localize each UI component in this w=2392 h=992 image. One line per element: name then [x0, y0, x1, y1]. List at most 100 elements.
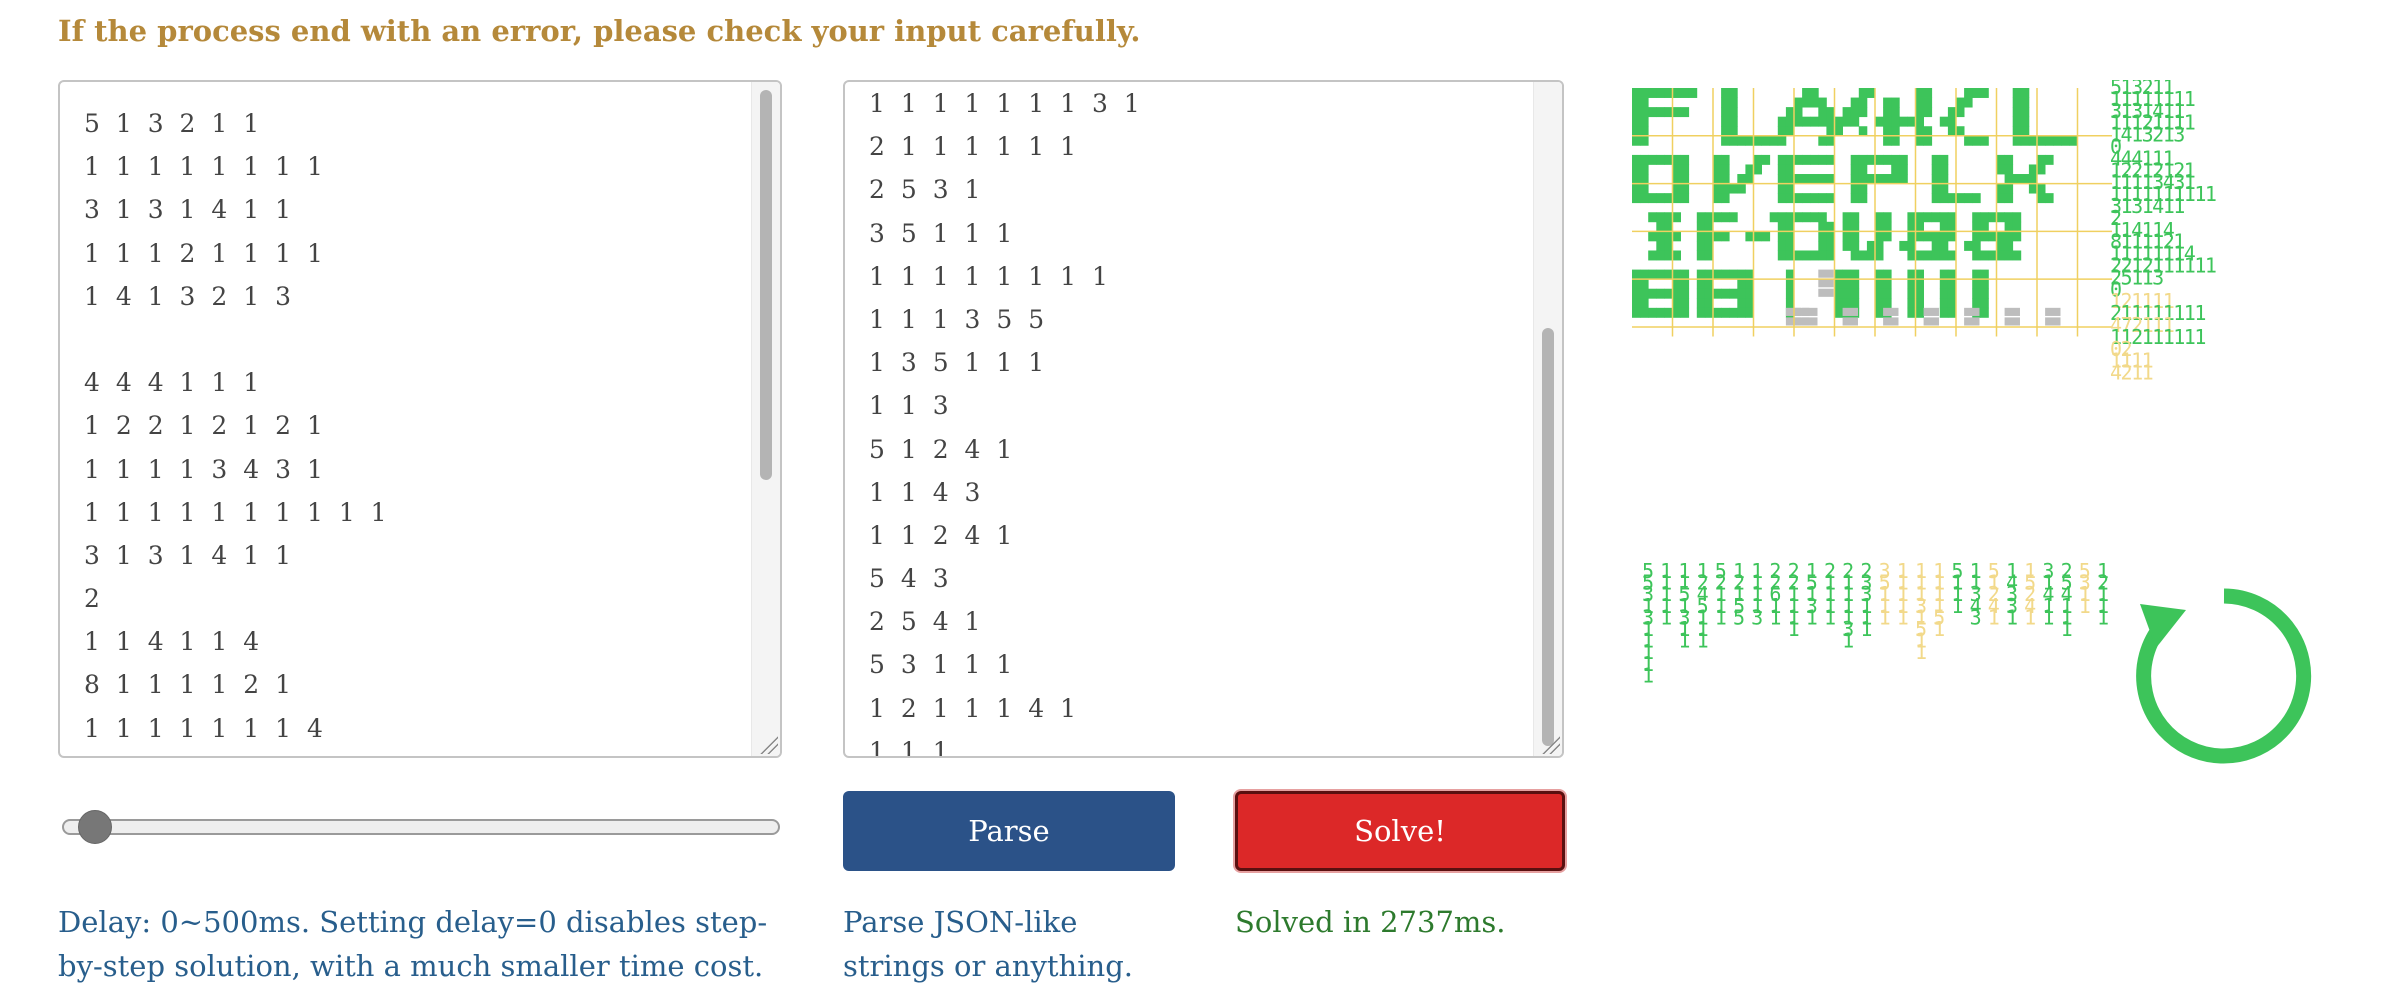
refresh-icon[interactable]	[2132, 584, 2316, 768]
col-clues-textarea[interactable]: 1 1 1 1 1 1 1 3 1 2 1 1 1 1 1 1 2 5 3 1 3 5…	[843, 80, 1564, 758]
filled-cell	[1664, 288, 1673, 299]
filled-cell	[1939, 279, 1949, 290]
filled-cell	[1899, 116, 1908, 127]
filled-cell	[1883, 212, 1892, 223]
filled-cell	[1956, 97, 1965, 108]
filled-cell	[1866, 88, 1876, 98]
filled-cell	[1915, 279, 1924, 290]
filled-cell	[1996, 154, 2005, 165]
filled-cell	[1947, 212, 1957, 223]
filled-cell	[1858, 126, 1868, 137]
filled-cell	[1632, 97, 1641, 108]
filled-cell	[1680, 174, 1690, 184]
filled-cell	[1737, 279, 1746, 290]
textarea-line: 1 1 1 3 5 5	[869, 304, 1049, 334]
filled-cell	[1745, 174, 1754, 184]
filled-cell	[1737, 183, 1746, 194]
filled-cell	[1972, 193, 1981, 204]
filled-cell	[1656, 231, 1665, 242]
resize-grip-icon[interactable]	[1542, 736, 1560, 754]
filled-cell	[1785, 126, 1795, 137]
filled-cell	[1915, 298, 1924, 309]
textarea-line: 2 2 1 2 1 1 1 1 1 1	[84, 750, 740, 756]
filled-cell	[1729, 288, 1738, 299]
filled-cell	[1729, 126, 1738, 137]
filled-cell	[1810, 116, 1819, 127]
filled-cell	[1785, 221, 1795, 232]
filled-cell	[1721, 212, 1730, 223]
scrollbar-thumb[interactable]	[760, 90, 772, 480]
filled-cell	[1696, 212, 1706, 223]
filled-cell	[1664, 250, 1673, 261]
filled-cell	[1931, 240, 1941, 251]
textarea-line: 1 1 1 2 1 1 1 1	[84, 238, 327, 268]
filled-cell	[1810, 212, 1819, 223]
filled-cell	[1648, 212, 1657, 223]
filled-cell	[1785, 116, 1795, 127]
filled-cell	[1939, 164, 1949, 175]
solve-button[interactable]: Solve!	[1235, 791, 1565, 871]
slider-track[interactable]	[62, 819, 780, 835]
filled-cell	[1923, 97, 1933, 108]
filled-cell	[1721, 164, 1730, 175]
unsolved-cell	[2045, 317, 2061, 326]
row-clue: 4211	[2110, 361, 2153, 385]
filled-cell	[1777, 221, 1787, 232]
filled-cell	[1931, 183, 1941, 194]
filled-cell	[1680, 88, 1690, 98]
filled-cell	[1875, 288, 1884, 299]
parse-button[interactable]: Parse	[843, 791, 1175, 871]
scrollbar-thumb[interactable]	[1542, 328, 1554, 746]
resize-grip-icon[interactable]	[760, 736, 778, 754]
filled-cell	[1907, 269, 1916, 280]
col-clue: 3	[1970, 605, 1982, 629]
filled-cell	[1640, 288, 1649, 299]
slider-thumb[interactable]	[77, 810, 112, 844]
filled-cell	[1713, 154, 1722, 165]
filled-cell	[1915, 288, 1924, 299]
filled-cell	[1907, 288, 1916, 299]
filled-cell	[1826, 135, 1835, 146]
filled-cell	[1875, 250, 1884, 261]
row-clues-textarea[interactable]: 5 1 3 2 1 1 1 1 1 1 1 1 1 1 3 1 3 1 4 1 1 1…	[58, 80, 782, 758]
col-clue: 1	[2042, 605, 2054, 629]
filled-cell	[1640, 174, 1649, 184]
filled-cell	[1696, 288, 1706, 299]
filled-cell	[1923, 88, 1933, 98]
filled-cell	[1875, 116, 1884, 127]
filled-cell	[1964, 135, 1973, 146]
filled-cell	[1721, 126, 1730, 137]
filled-cell	[1988, 212, 1997, 223]
filled-cell	[1915, 107, 1924, 118]
filled-cell	[1721, 154, 1730, 165]
filled-cell	[1777, 126, 1787, 137]
filled-cell	[1802, 174, 1811, 184]
filled-cell	[1931, 193, 1941, 204]
filled-cell	[1996, 240, 2005, 251]
col-clue: 3	[1751, 605, 1763, 629]
filled-cell	[1826, 174, 1835, 184]
filled-cell	[2028, 164, 2038, 175]
filled-cell	[1664, 221, 1673, 232]
filled-cell	[1802, 116, 1811, 127]
filled-cell	[1802, 88, 1811, 98]
filled-cell	[1883, 174, 1892, 184]
filled-cell	[1680, 183, 1690, 194]
filled-cell	[1794, 212, 1803, 223]
filled-cell	[1866, 240, 1876, 251]
filled-cell	[1640, 279, 1649, 290]
filled-cell	[2037, 183, 2046, 194]
textarea-line: 4 4 4 1 1 1	[84, 368, 264, 398]
row-clues-scrollbar[interactable]	[751, 82, 780, 756]
filled-cell	[1842, 107, 1852, 118]
delay-slider[interactable]	[58, 792, 780, 868]
unsolved-cell	[1842, 307, 1858, 316]
filled-cell	[1866, 174, 1876, 184]
filled-cell	[1672, 107, 1681, 118]
filled-cell	[1794, 193, 1803, 204]
filled-cell	[1866, 154, 1876, 165]
textarea-line: 8 1 1 1 1 2 1	[84, 670, 296, 700]
filled-cell	[1939, 231, 1949, 242]
col-clues-scrollbar[interactable]	[1533, 82, 1562, 756]
unsolved-cell	[1818, 269, 1834, 278]
